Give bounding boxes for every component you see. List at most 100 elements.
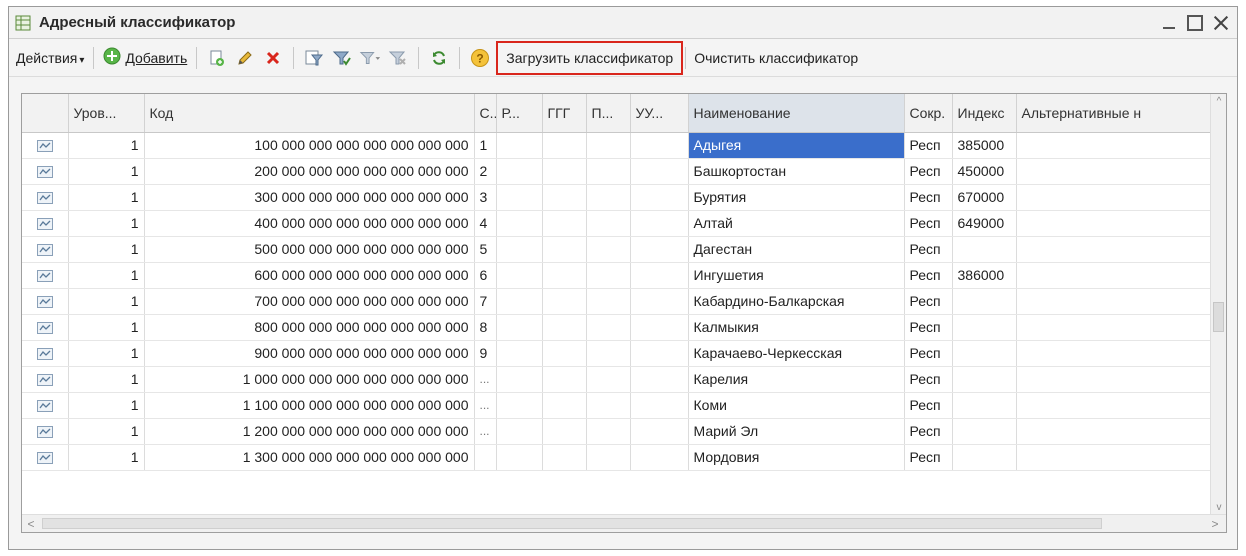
delete-icon[interactable] bbox=[262, 47, 284, 69]
cell-code: 1 300 000 000 000 000 000 000 000 bbox=[144, 444, 475, 471]
column-header-abbr[interactable]: Сокр. bbox=[904, 94, 953, 133]
table-row[interactable]: 1 900 000 000 000 000 000 000 000 9 Карачае… bbox=[22, 340, 1213, 367]
table-row[interactable]: 1 500 000 000 000 000 000 000 000 5 Дагеста… bbox=[22, 236, 1213, 263]
close-icon[interactable] bbox=[1213, 15, 1229, 31]
cell-name: Карелия bbox=[688, 366, 905, 393]
filter-history-icon[interactable] bbox=[359, 47, 381, 69]
cell-s: 8 bbox=[474, 314, 497, 341]
window-title: Адресный классификатор bbox=[39, 14, 236, 31]
cell-s: 4 bbox=[474, 210, 497, 237]
column-header-s[interactable]: С... bbox=[474, 94, 497, 133]
column-header-level[interactable]: Уров... bbox=[68, 94, 145, 133]
table-row[interactable]: 1 100 000 000 000 000 000 000 000 1 Адыгея Р… bbox=[22, 132, 1213, 159]
cell-abbr: Респ bbox=[904, 236, 953, 263]
horizontal-scrollbar[interactable]: < > bbox=[22, 514, 1226, 532]
filter-clear-icon[interactable] bbox=[387, 47, 409, 69]
cell-uu bbox=[630, 236, 689, 263]
refresh-icon[interactable] bbox=[428, 47, 450, 69]
column-header-name[interactable]: Наименование bbox=[688, 94, 905, 133]
cell-ggg bbox=[542, 366, 587, 393]
column-header-ggg[interactable]: ГГГ bbox=[542, 94, 587, 133]
cell-name: Алтай bbox=[688, 210, 905, 237]
filter-icon[interactable] bbox=[303, 47, 325, 69]
cell-name: Кабардино-Балкарская bbox=[688, 288, 905, 315]
cell-uu bbox=[630, 210, 689, 237]
scroll-right-icon[interactable]: > bbox=[1206, 515, 1224, 532]
add-button[interactable]: Добавить bbox=[100, 47, 190, 68]
element-row-icon bbox=[36, 192, 53, 205]
cell-index bbox=[952, 444, 1017, 471]
cell-code: 200 000 000 000 000 000 000 000 bbox=[144, 158, 475, 185]
element-row-icon bbox=[36, 322, 53, 335]
cell-s: 2 bbox=[474, 158, 497, 185]
cell-index: 670000 bbox=[952, 184, 1017, 211]
table-row[interactable]: 11 100 000 000 000 000 000 000 000... Ком… bbox=[22, 392, 1213, 419]
clear-classifier-button[interactable]: Очистить классификатор bbox=[688, 50, 861, 66]
cell-p bbox=[586, 184, 631, 211]
row-icon-cell bbox=[22, 418, 69, 445]
cell-abbr: Респ bbox=[904, 184, 953, 211]
table-row[interactable]: 1 700 000 000 000 000 000 000 000 7 Кабарди… bbox=[22, 288, 1213, 315]
pencil-icon[interactable] bbox=[234, 47, 256, 69]
cell-ggg bbox=[542, 184, 587, 211]
vertical-scroll-thumb[interactable] bbox=[1213, 302, 1224, 332]
cell-alt-names bbox=[1016, 132, 1213, 159]
cell-level: 1 bbox=[68, 366, 145, 393]
cell-alt-names bbox=[1016, 340, 1213, 367]
chevron-down-icon: ▾ bbox=[79, 54, 85, 66]
column-header-uu[interactable]: УУ... bbox=[630, 94, 689, 133]
element-row-icon bbox=[36, 140, 53, 153]
cell-index: 386000 bbox=[952, 262, 1017, 289]
cell-code: 700 000 000 000 000 000 000 000 bbox=[144, 288, 475, 315]
cell-r bbox=[496, 236, 543, 263]
cell-p bbox=[586, 392, 631, 419]
table-row[interactable]: 11 000 000 000 000 000 000 000 000... Кар… bbox=[22, 366, 1213, 393]
help-icon[interactable]: ? bbox=[469, 47, 491, 69]
address-grid[interactable]: Уров... Код С... Р... ГГГ П... УУ... Наи… bbox=[21, 93, 1227, 533]
table-row[interactable]: 1 800 000 000 000 000 000 000 000 8 Калмыки… bbox=[22, 314, 1213, 341]
column-header-r[interactable]: Р... bbox=[496, 94, 543, 133]
cell-abbr: Респ bbox=[904, 210, 953, 237]
table-row[interactable]: 1 300 000 000 000 000 000 000 000 3 Бурятия… bbox=[22, 184, 1213, 211]
cell-code: 100 000 000 000 000 000 000 000 bbox=[144, 132, 475, 159]
table-row[interactable]: 1 600 000 000 000 000 000 000 000 6 Ингушет… bbox=[22, 262, 1213, 289]
cell-r bbox=[496, 314, 543, 341]
cell-ggg bbox=[542, 132, 587, 159]
column-header-p[interactable]: П... bbox=[586, 94, 631, 133]
cell-p bbox=[586, 444, 631, 471]
column-header-code[interactable]: Код bbox=[144, 94, 475, 133]
maximize-icon[interactable] bbox=[1187, 14, 1203, 31]
copy-icon[interactable] bbox=[206, 47, 228, 69]
scroll-up-icon[interactable]: ^ bbox=[1211, 94, 1226, 110]
vertical-scrollbar[interactable]: ^ v bbox=[1210, 94, 1226, 516]
window-controls bbox=[1161, 14, 1237, 31]
load-classifier-button[interactable]: Загрузить классификатор bbox=[496, 40, 684, 75]
cell-r bbox=[496, 444, 543, 471]
cell-uu bbox=[630, 340, 689, 367]
element-row-icon bbox=[36, 166, 53, 179]
table-row[interactable]: 1 400 000 000 000 000 000 000 000 4 Алтай Ре… bbox=[22, 210, 1213, 237]
cell-uu bbox=[630, 288, 689, 315]
element-row-icon bbox=[36, 348, 53, 361]
cell-ggg bbox=[542, 392, 587, 419]
svg-text:?: ? bbox=[477, 51, 484, 65]
cell-r bbox=[496, 132, 543, 159]
table-row[interactable]: 11 300 000 000 000 000 000 000 000 Мордов… bbox=[22, 444, 1213, 471]
horizontal-scroll-thumb[interactable] bbox=[42, 518, 1102, 529]
cell-s: ... bbox=[474, 418, 497, 445]
filter-set-icon[interactable] bbox=[331, 47, 353, 69]
cell-abbr: Респ bbox=[904, 366, 953, 393]
cell-index bbox=[952, 366, 1017, 393]
cell-ggg bbox=[542, 210, 587, 237]
actions-menu[interactable]: Действия ▾ bbox=[13, 50, 87, 66]
minimize-icon[interactable] bbox=[1161, 15, 1177, 31]
column-header-alt-names[interactable]: Альтернативные н bbox=[1016, 94, 1213, 133]
cell-p bbox=[586, 210, 631, 237]
row-icon-cell bbox=[22, 444, 69, 471]
cell-code: 1 100 000 000 000 000 000 000 000 bbox=[144, 392, 475, 419]
table-row[interactable]: 1 200 000 000 000 000 000 000 000 2 Башкорт… bbox=[22, 158, 1213, 185]
table-row[interactable]: 11 200 000 000 000 000 000 000 000... Мар… bbox=[22, 418, 1213, 445]
cell-abbr: Респ bbox=[904, 444, 953, 471]
scroll-left-icon[interactable]: < bbox=[22, 515, 40, 532]
column-header-index[interactable]: Индекс bbox=[952, 94, 1017, 133]
